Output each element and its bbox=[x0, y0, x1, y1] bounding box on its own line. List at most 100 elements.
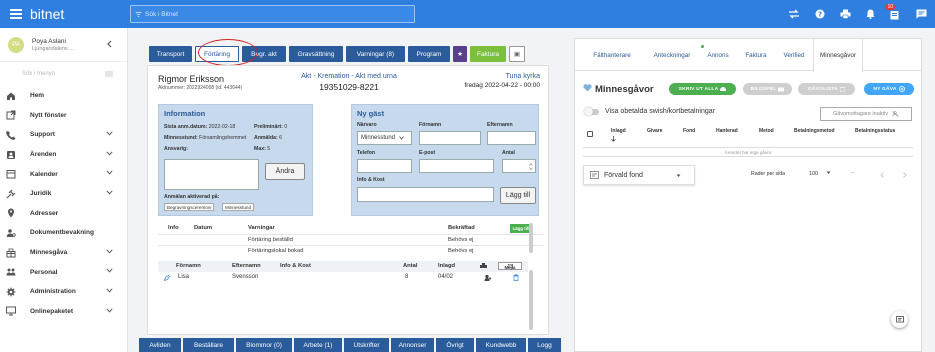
default-fund-select[interactable]: Förvald fond bbox=[583, 165, 695, 185]
bottom-tab-1[interactable]: Beställare bbox=[183, 338, 234, 352]
mejla-button[interactable]: Mejla bbox=[498, 262, 522, 270]
right-tab-4[interactable]: Verified bbox=[777, 39, 811, 71]
chip-minnesstund[interactable]: Minnesstund bbox=[222, 203, 255, 211]
epost-input[interactable] bbox=[419, 159, 494, 173]
rows-per-page-select[interactable]: 100 bbox=[809, 171, 831, 177]
edit-icon[interactable] bbox=[164, 275, 170, 281]
recipient-inactive-button[interactable]: Gåvomottagare inaktiv bbox=[820, 107, 912, 121]
sidebar-item-adresser[interactable]: Adresser bbox=[0, 204, 127, 224]
right-tab-2[interactable]: Annons bbox=[701, 39, 735, 71]
col-givare[interactable]: Givare bbox=[647, 128, 663, 134]
tab-3[interactable]: Gravsättning bbox=[289, 46, 343, 62]
efternamn-input[interactable] bbox=[487, 131, 536, 145]
bottom-tab-3[interactable]: Arbete (1) bbox=[294, 338, 342, 352]
sidebar-item-onlinepaketet[interactable]: Onlinepaketet bbox=[0, 302, 127, 322]
bottom-tab-4[interactable]: Utskrifter bbox=[344, 338, 389, 352]
tab-6[interactable]: ★ bbox=[453, 46, 467, 62]
col-hanterad[interactable]: Hanterad bbox=[716, 128, 738, 134]
print-icon[interactable] bbox=[840, 9, 851, 19]
gift-list-button[interactable]: GÅVOLISTA bbox=[798, 83, 855, 95]
trash-icon[interactable] bbox=[513, 274, 519, 281]
bell-icon[interactable] bbox=[866, 9, 875, 19]
sidebar-item-label: Personal bbox=[30, 268, 58, 276]
col-inlagd[interactable]: Inlagd bbox=[611, 128, 626, 134]
tab-5[interactable]: Program bbox=[408, 46, 450, 62]
ansvarig-textarea[interactable] bbox=[164, 159, 259, 190]
guests-scrollbar[interactable] bbox=[529, 270, 533, 330]
bottom-tab-5[interactable]: Annonser bbox=[391, 338, 434, 352]
sidebar-item-nytt-fönster[interactable]: Nytt fönster bbox=[0, 106, 127, 126]
right-tab-3[interactable]: Faktura bbox=[736, 39, 776, 71]
efternamn-label: Efternamn bbox=[487, 122, 513, 128]
col-betalningsmetod[interactable]: Betalningsmetod bbox=[794, 128, 835, 134]
bottom-tab-2[interactable]: Blommor (0) bbox=[236, 338, 292, 352]
table-row[interactable]: Lisa Svensson 8 04/02 bbox=[158, 272, 528, 284]
right-tab-1[interactable]: Anteckningar bbox=[645, 39, 699, 71]
bottom-tab-0[interactable]: Avliden bbox=[139, 338, 181, 352]
narvaro-select[interactable]: Minnesstund bbox=[357, 131, 412, 145]
sidebar-item-kalender[interactable]: Kalender bbox=[0, 164, 127, 184]
warnings-table: Info Datum Varningar Bekräftad Lägg till… bbox=[158, 223, 544, 256]
add-guest-button[interactable]: Lägg till bbox=[500, 187, 536, 204]
anmalan-aktiverad-label: Anmälan aktiverad på: bbox=[164, 194, 220, 200]
church-name[interactable]: Tuna kyrka bbox=[506, 73, 540, 80]
bottom-tab-8[interactable]: Logg bbox=[528, 338, 561, 352]
antal-stepper[interactable] bbox=[502, 159, 536, 173]
right-tab-5[interactable]: Minnesgåvor bbox=[813, 39, 863, 72]
unpaid-toggle[interactable] bbox=[584, 107, 599, 116]
fornamn-input[interactable] bbox=[419, 131, 481, 145]
telefon-input[interactable] bbox=[357, 159, 412, 173]
warnings-scrollbar[interactable] bbox=[529, 223, 533, 253]
tab-7[interactable]: Faktura bbox=[470, 46, 506, 62]
fab-button[interactable] bbox=[891, 311, 908, 328]
col-fond[interactable]: Fond bbox=[683, 128, 695, 134]
global-search-input[interactable]: Sök i Bitnet bbox=[130, 5, 415, 23]
col-metod[interactable]: Metod bbox=[759, 128, 774, 134]
info-kost-input[interactable] bbox=[357, 187, 494, 202]
sidebar-item-juridik[interactable]: Juridik bbox=[0, 184, 127, 204]
sidebar-item-support[interactable]: Support bbox=[0, 125, 127, 145]
tab-0[interactable]: Transport bbox=[149, 46, 192, 62]
sidebar-item-label: Nytt fönster bbox=[30, 111, 67, 119]
chat-icon[interactable] bbox=[916, 9, 927, 19]
new-window-icon bbox=[6, 110, 16, 120]
bottom-tab-6[interactable]: Övrigt bbox=[436, 338, 474, 352]
user-profile[interactable]: PA Poya Aslani Ljungandalens ... bbox=[0, 28, 127, 62]
menu-icon[interactable] bbox=[10, 9, 22, 19]
sidebar-item-dokumentbevakning[interactable]: Dokumentbevakning bbox=[0, 223, 127, 243]
sidebar-item-ärenden[interactable]: Ärenden bbox=[0, 145, 127, 165]
sidebar-item-administration[interactable]: Administration bbox=[0, 282, 127, 302]
sidebar-item-minnesgåva[interactable]: Minnesgåva bbox=[0, 243, 127, 263]
person-add-icon[interactable] bbox=[484, 274, 492, 282]
prev-page-icon[interactable] bbox=[880, 172, 884, 178]
phone-icon bbox=[6, 130, 16, 140]
inbox-wrap[interactable] bbox=[890, 9, 901, 20]
help-icon[interactable]: ? bbox=[815, 9, 825, 19]
col-betalningsstatus[interactable]: Betalningsstatus bbox=[855, 128, 895, 134]
tab-4[interactable]: Varningar (8) bbox=[346, 46, 405, 62]
table-row[interactable]: Förtäring beställd Behövs ej bbox=[158, 234, 544, 245]
sidebar-item-hem[interactable]: Hem bbox=[0, 86, 127, 106]
sidebar: PA Poya Aslani Ljungandalens ... Sök i m… bbox=[0, 28, 128, 352]
next-page-icon[interactable] bbox=[903, 172, 907, 178]
new-guest-box: Ny gäst Närvaro Minnesstund Förnamn Efte… bbox=[351, 104, 539, 216]
swap-icon[interactable] bbox=[788, 9, 800, 19]
right-tab-0[interactable]: Fälthanterare bbox=[581, 39, 643, 71]
select-all-checkbox[interactable] bbox=[587, 131, 593, 137]
tab-8[interactable]: ▣ bbox=[509, 46, 525, 62]
case-title[interactable]: Akt - Kremation - Akt med urna bbox=[148, 73, 550, 80]
andra-button[interactable]: Ändra bbox=[265, 163, 305, 180]
sidebar-item-personal[interactable]: Personal bbox=[0, 262, 127, 282]
print-all-button[interactable]: SKRIV UT ALLA bbox=[669, 83, 736, 95]
bottom-tab-7[interactable]: Kundwebb bbox=[476, 338, 526, 352]
narvaro-label: Närvaro bbox=[357, 122, 377, 128]
new-gift-button[interactable]: NY GÅVA bbox=[864, 83, 914, 95]
inbox-icon[interactable] bbox=[890, 9, 901, 20]
table-row[interactable]: Förtäringslokal bokad Behövs ej bbox=[158, 245, 544, 256]
collapse-sidebar-icon[interactable] bbox=[106, 40, 112, 48]
chip-begravningsceremoni[interactable]: Begravningsceremoni bbox=[164, 203, 215, 211]
brand-logo[interactable]: bitnet bbox=[30, 6, 130, 22]
slideshow-button[interactable]: BILDSPEL bbox=[743, 83, 792, 95]
print-icon[interactable] bbox=[480, 263, 487, 269]
menu-search-input[interactable]: Sök i menyn bbox=[0, 62, 127, 86]
